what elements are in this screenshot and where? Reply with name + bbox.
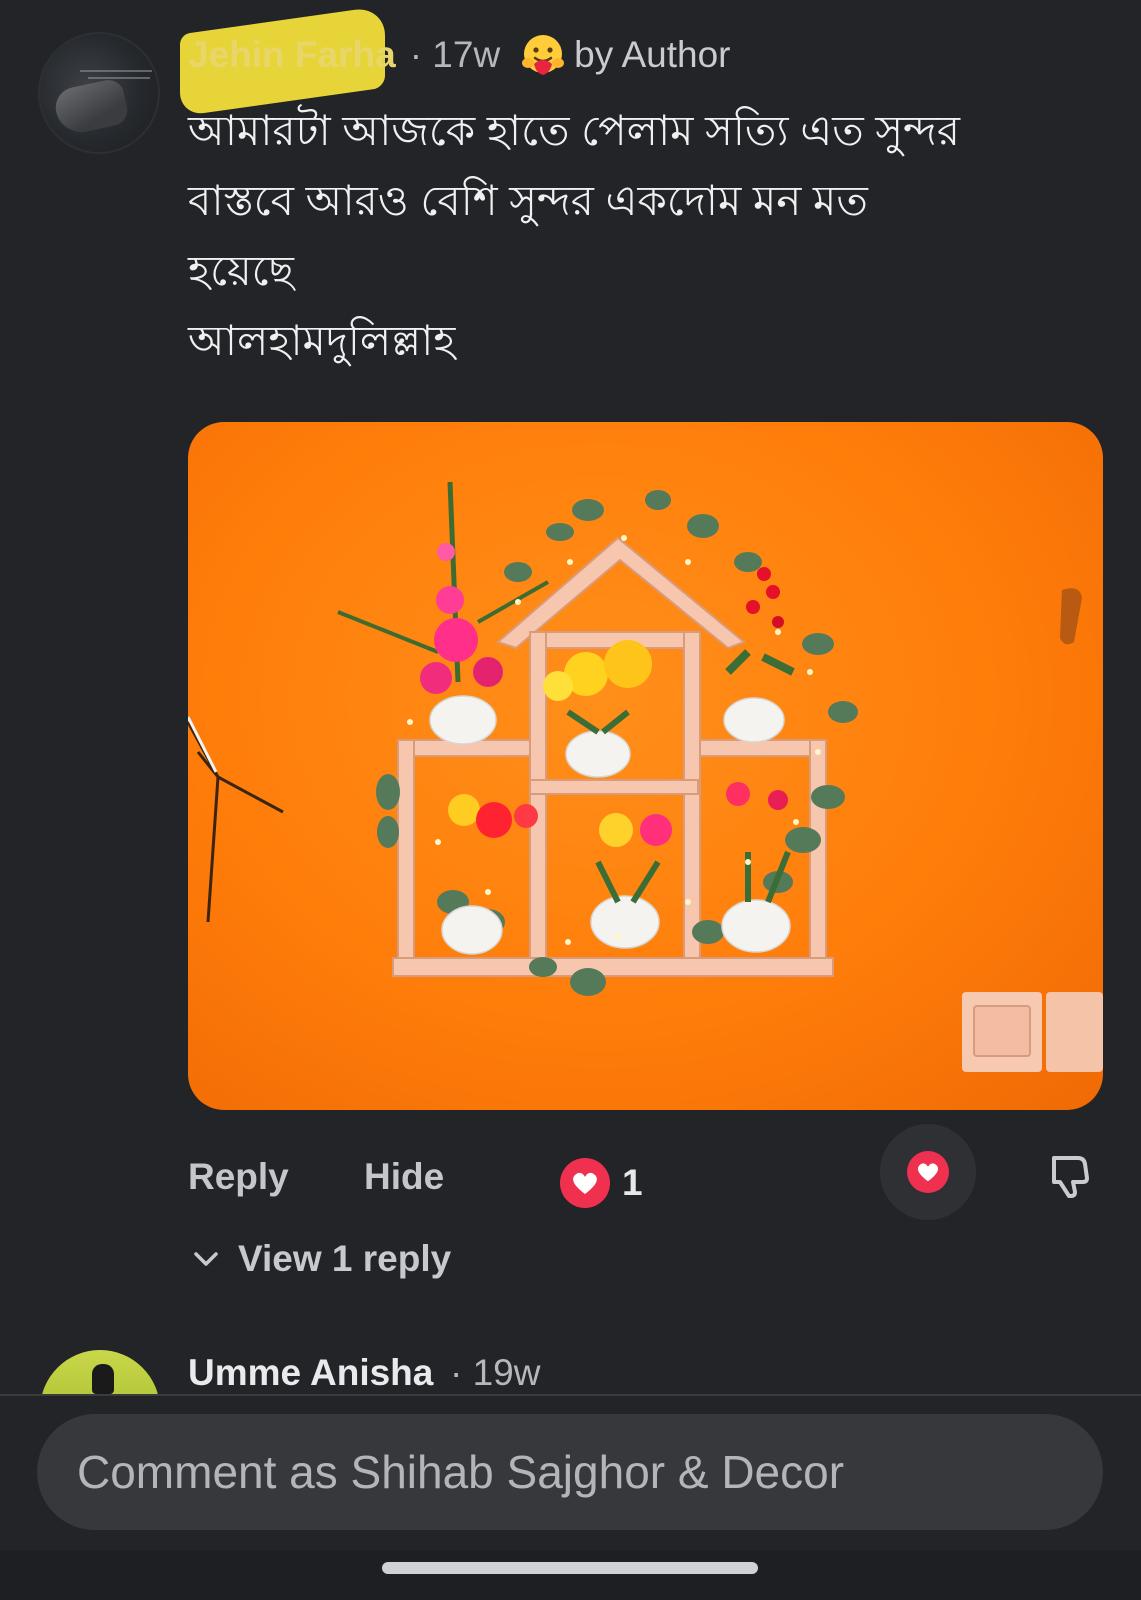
comment-header: Jehin Farha · 17w by Author (180, 5, 731, 117)
reply-button[interactable]: Reply (188, 1156, 289, 1198)
avatar-caption-line (80, 70, 152, 72)
home-indicator[interactable] (382, 1562, 758, 1574)
chevron-down-icon (194, 1252, 218, 1266)
dislike-icon[interactable] (1044, 1150, 1094, 1200)
author-badge-label: by Author (574, 34, 731, 75)
socket-face (973, 1005, 1031, 1057)
wall-string (188, 721, 284, 923)
composer-divider (0, 1394, 1141, 1396)
next-commenter-avatar[interactable] (40, 1350, 160, 1394)
comment-actions: Reply Hide 1 (188, 1124, 1108, 1220)
next-comment-timestamp: · 19w (450, 1352, 541, 1393)
heart-reaction-icon (560, 1158, 610, 1208)
comment-composer[interactable] (37, 1414, 1103, 1530)
hide-button[interactable]: Hide (364, 1156, 444, 1198)
avatar-hand-graphic (51, 77, 131, 137)
heart-icon (907, 1151, 949, 1193)
comment-input[interactable] (75, 1444, 1103, 1500)
comment-photo[interactable] (188, 422, 1103, 1110)
like-summary[interactable]: 1 (560, 1158, 643, 1208)
comment-timestamp: · 17w (409, 34, 501, 75)
system-nav-bar (0, 1550, 1141, 1600)
white-thread (188, 716, 218, 773)
photo-scene (188, 481, 1103, 1072)
commenter-avatar[interactable] (38, 32, 160, 154)
switch-plate (1046, 992, 1103, 1072)
hugging-face-emoji-icon (522, 35, 565, 75)
wall-hook (1060, 588, 1082, 645)
commenter-name[interactable]: Jehin Farha (180, 5, 396, 117)
heart-react-button[interactable] (880, 1124, 976, 1220)
avatar-caption-line (88, 77, 150, 79)
like-count: 1 (622, 1162, 643, 1203)
next-comment: Umme Anisha · 19w (0, 1340, 1141, 1394)
view-replies-button[interactable]: View 1 reply (190, 1238, 451, 1280)
author-badge: by Author (520, 32, 731, 78)
view-replies-label: View 1 reply (238, 1238, 452, 1279)
next-commenter-name[interactable]: Umme Anisha (188, 1352, 433, 1394)
comment-text: আমারটা আজকে হাতে পেলাম সত্যি এত সুন্দর ব… (188, 107, 960, 364)
avatar-figure (92, 1364, 114, 1394)
